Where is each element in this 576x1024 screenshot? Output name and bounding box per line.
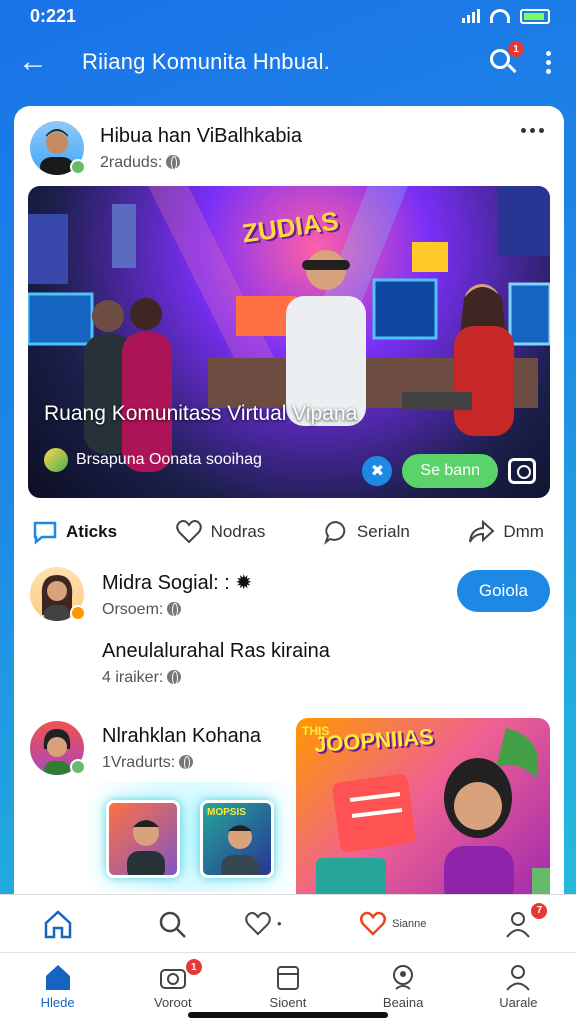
avatar[interactable] bbox=[30, 721, 86, 775]
bug-icon: ✹ bbox=[235, 571, 253, 594]
nav-user[interactable]: Uarale bbox=[473, 963, 563, 1010]
post-meta: 2raduds: bbox=[100, 153, 163, 171]
nav-community[interactable]: Beaina bbox=[358, 963, 448, 1010]
globe-person-icon bbox=[393, 965, 414, 990]
video-thumb-1[interactable] bbox=[106, 800, 180, 878]
action-label: Dmm bbox=[503, 522, 544, 541]
toolbar-home[interactable] bbox=[13, 909, 103, 939]
heart-red-icon bbox=[360, 911, 387, 936]
nav-camera[interactable]: 1 Voroot bbox=[128, 959, 218, 1010]
page-title: Riiang Komunita Hnbual. bbox=[82, 49, 330, 74]
status-time: 0:221 bbox=[30, 5, 77, 26]
home-outline-icon bbox=[44, 909, 71, 938]
feed-card: Hibua han ViBalhkabia 2raduds: ZUDIAS Ru… bbox=[14, 106, 564, 896]
nav-label: Voroot bbox=[153, 995, 192, 1010]
post-author[interactable]: Hibua han ViBalhkabia bbox=[100, 125, 302, 148]
suggestion-meta: Orsoem: bbox=[102, 600, 164, 618]
toolbar-search[interactable] bbox=[128, 909, 218, 939]
post-more-icon[interactable] bbox=[521, 128, 544, 133]
app-bar: ← Riiang Komunita Hnbual. 1 bbox=[0, 34, 576, 90]
chat-bubble-icon bbox=[33, 521, 57, 545]
nav-label: Beaina bbox=[382, 995, 424, 1010]
status-dot-icon bbox=[70, 605, 86, 621]
secondary-toolbar: • Sianne 7 bbox=[0, 894, 576, 952]
nav-label: Sioent bbox=[269, 995, 307, 1010]
action-label: Aticks bbox=[66, 522, 118, 541]
globe-icon bbox=[179, 754, 194, 770]
action-nodras[interactable]: Nodras bbox=[175, 519, 266, 545]
post-actions: Aticks Nodras Serialn Dmm bbox=[32, 512, 544, 552]
battery-icon bbox=[520, 8, 550, 24]
camera-icon bbox=[159, 969, 186, 989]
globe-icon bbox=[167, 670, 182, 685]
camera-badge: 1 bbox=[185, 959, 202, 975]
status-icons bbox=[462, 8, 550, 24]
suggestion-name[interactable]: Nlrahklan Kohana bbox=[102, 725, 261, 748]
online-status-icon bbox=[70, 759, 86, 775]
share-icon bbox=[469, 519, 495, 543]
toolbar-profile[interactable]: 7 bbox=[473, 902, 563, 939]
home-filled-icon bbox=[45, 965, 70, 990]
globe-icon bbox=[167, 601, 182, 617]
image-sub-text: Brsapuna Oonata sooihag bbox=[76, 451, 262, 468]
avatar[interactable] bbox=[30, 567, 86, 621]
nav-home[interactable]: Hlede bbox=[13, 963, 103, 1010]
text-row[interactable]: Aneulalurahal Ras kiraina 4 iraiker: bbox=[102, 640, 564, 700]
follow-button[interactable]: Goiola bbox=[456, 570, 550, 612]
suggestion-meta: 1Vradurts: bbox=[102, 753, 176, 771]
comment-icon bbox=[323, 520, 346, 545]
text-row-meta: 4 iraiker: bbox=[102, 669, 164, 686]
video-thumb-2[interactable]: MOPSIS bbox=[200, 800, 274, 878]
avatar[interactable] bbox=[30, 121, 86, 175]
shuffle-icon[interactable]: ✖ bbox=[362, 456, 393, 486]
signal-icon bbox=[462, 9, 480, 23]
action-serialn[interactable]: Serialn bbox=[323, 519, 410, 545]
home-indicator[interactable] bbox=[188, 1012, 388, 1018]
action-label: Serialn bbox=[356, 522, 410, 541]
heart-icon bbox=[175, 520, 202, 544]
toolbar-favorite[interactable]: Sianne bbox=[358, 910, 448, 938]
action-aticks[interactable]: Aticks bbox=[32, 519, 117, 545]
group-avatar-icon bbox=[44, 448, 68, 472]
user-icon bbox=[506, 965, 531, 991]
calendar-icon bbox=[276, 966, 299, 990]
thumb-sign-text: MOPSIS bbox=[207, 807, 246, 818]
text-row-title: Aneulalurahal Ras kiraina bbox=[102, 640, 330, 662]
join-button[interactable]: Se bann bbox=[402, 454, 498, 488]
image-caption: Ruang Komunitass Virtual Vipana bbox=[44, 402, 358, 425]
suggestion-name[interactable]: Midra Sogial: : bbox=[102, 572, 230, 594]
profile-icon bbox=[506, 911, 531, 938]
image-actions: ✖ Se bann bbox=[362, 454, 536, 488]
status-bar: 0:221 bbox=[0, 0, 576, 32]
nav-label: Uarale bbox=[499, 995, 538, 1010]
action-label: Nodras bbox=[210, 522, 266, 541]
globe-icon bbox=[166, 154, 181, 170]
online-status-icon bbox=[70, 159, 86, 175]
nav-label: Hlede bbox=[40, 995, 75, 1010]
post-image[interactable]: ZUDIAS Ruang Komunitass Virtual Vipana B… bbox=[28, 186, 550, 498]
notification-badge: 1 bbox=[508, 41, 524, 57]
suggestion-row: Midra Sogial: : ✹ Orsoem: Goiola bbox=[30, 562, 550, 626]
wifi-icon bbox=[490, 9, 510, 23]
toolbar-like-label: • bbox=[276, 916, 282, 931]
image-subcaption: Brsapuna Oonata sooihag bbox=[44, 448, 262, 472]
profile-badge: 7 bbox=[531, 902, 548, 919]
nav-calendar[interactable]: Sioent bbox=[243, 963, 333, 1010]
action-dmm[interactable]: Dmm bbox=[467, 519, 544, 545]
more-options-icon[interactable] bbox=[538, 50, 558, 74]
toolbar-like[interactable]: • bbox=[243, 910, 333, 938]
search-button[interactable]: 1 bbox=[486, 41, 524, 79]
suggestion-row-2: Nlrahklan Kohana 1Vradurts: bbox=[30, 718, 300, 778]
camera-icon[interactable] bbox=[508, 458, 536, 484]
promo-image[interactable]: THIS JOOPNIIAS bbox=[296, 718, 550, 896]
toolbar-favorite-label: Sianne bbox=[392, 917, 427, 930]
post-header: Hibua han ViBalhkabia 2raduds: bbox=[30, 118, 550, 178]
search-icon bbox=[159, 911, 186, 938]
heart-outline-icon bbox=[245, 911, 271, 935]
back-arrow-icon[interactable]: ← bbox=[18, 47, 54, 77]
